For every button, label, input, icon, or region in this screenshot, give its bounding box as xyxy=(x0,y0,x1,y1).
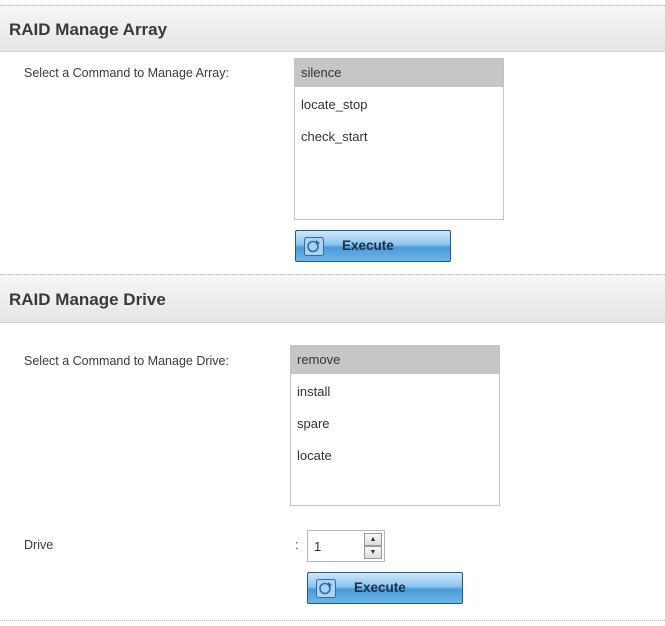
drive-execute-label: Execute xyxy=(354,580,406,595)
array-execute-label: Execute xyxy=(342,238,394,253)
execute-icon xyxy=(316,579,336,598)
drive-command-item-install[interactable]: install xyxy=(291,378,499,406)
drive-label: Drive xyxy=(24,538,54,552)
drive-separator: : xyxy=(295,538,299,552)
drive-number-stepper[interactable]: 1 ▲ ▼ xyxy=(307,530,385,562)
array-command-item-silence[interactable]: silence xyxy=(295,59,503,87)
bottom-divider xyxy=(0,620,665,621)
array-section-title: RAID Manage Array xyxy=(9,20,168,39)
drive-execute-button[interactable]: Execute xyxy=(307,572,463,604)
array-command-item-check-start[interactable]: check_start xyxy=(295,123,503,151)
drive-command-item-locate[interactable]: locate xyxy=(291,442,499,470)
array-command-list[interactable]: silence locate_stop check_start xyxy=(294,58,504,220)
execute-icon xyxy=(304,237,324,256)
drive-command-label: Select a Command to Manage Drive: xyxy=(24,354,229,368)
drive-section-header: RAID Manage Drive xyxy=(0,274,665,323)
chevron-down-icon[interactable]: ▼ xyxy=(364,546,382,559)
array-execute-button[interactable]: Execute xyxy=(295,230,451,262)
drive-number-value[interactable]: 1 xyxy=(314,539,321,554)
drive-command-item-spare[interactable]: spare xyxy=(291,410,499,438)
chevron-up-icon[interactable]: ▲ xyxy=(364,533,382,546)
array-section-header: RAID Manage Array xyxy=(0,5,665,52)
drive-section-title: RAID Manage Drive xyxy=(9,290,166,309)
array-command-item-locate-stop[interactable]: locate_stop xyxy=(295,91,503,119)
array-command-label: Select a Command to Manage Array: xyxy=(24,66,229,80)
drive-command-list[interactable]: remove install spare locate xyxy=(290,345,500,506)
drive-command-item-remove[interactable]: remove xyxy=(291,346,499,374)
